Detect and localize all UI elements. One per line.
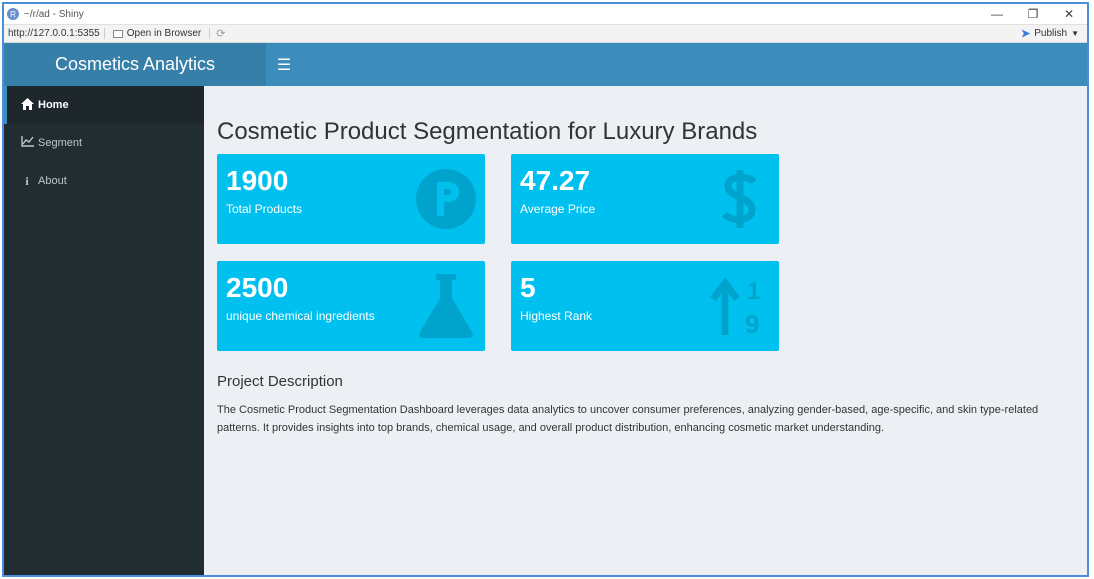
open-in-browser-label: Open in Browser [126,28,202,39]
chevron-down-icon: ▼ [1071,29,1079,38]
sidebar-item-home[interactable]: Home [4,86,204,124]
value-box-chemical-ingredients: 2500 unique chemical ingredients [217,261,485,351]
title-bar: R ~/r/ad - Shiny — ❐ ✕ [4,4,1087,24]
hamburger-icon[interactable]: ☰ [266,43,302,86]
value-box-grid: 1900 Total Products 47.27 Average Price … [217,154,1074,351]
parking-circle-icon [411,166,481,232]
home-icon [20,97,34,113]
sidebar-item-segment[interactable]: Segment [4,124,204,162]
info-icon: i [25,173,29,188]
browser-window-icon [112,29,123,38]
svg-text:9: 9 [745,309,759,337]
publish-label: Publish [1034,28,1068,39]
project-description-title: Project Description [217,373,343,390]
open-in-browser-button[interactable]: Open in Browser [105,28,211,39]
sidebar: Home Segment i About [4,86,204,575]
main-content: Cosmetic Product Segmentation for Luxury… [204,86,1087,575]
r-app-icon: R [7,8,19,20]
line-chart-icon [20,136,34,150]
minimize-icon[interactable]: — [979,7,1015,21]
publish-button[interactable]: ➤ Publish ▼ [1021,27,1087,40]
window-title: ~/r/ad - Shiny [24,8,84,20]
refresh-icon[interactable]: ⟳ [210,27,231,40]
sidebar-item-label: About [38,175,67,187]
address-bar: http://127.0.0.1:5355 Open in Browser ⟳ … [4,24,1087,43]
svg-text:1: 1 [747,278,760,305]
url-field[interactable]: http://127.0.0.1:5355 [4,28,105,39]
sidebar-item-label: Segment [38,137,83,149]
dashboard-header: Cosmetics Analytics ☰ [4,43,1087,86]
sidebar-item-about[interactable]: i About [4,162,204,200]
sort-numeric-up-icon: 19 [705,273,775,339]
project-description-text: The Cosmetic Product Segmentation Dashbo… [217,404,1039,434]
app-window: R ~/r/ad - Shiny — ❐ ✕ http://127.0.0.1:… [2,2,1089,577]
page-title: Cosmetic Product Segmentation for Luxury… [217,118,758,145]
value-box-average-price: 47.27 Average Price [511,154,779,244]
dollar-icon [705,166,775,232]
value-box-total-products: 1900 Total Products [217,154,485,244]
value-box-highest-rank: 5 Highest Rank 19 [511,261,779,351]
flask-icon [411,273,481,339]
close-icon[interactable]: ✕ [1051,7,1087,21]
sidebar-item-label: Home [38,99,69,111]
restore-icon[interactable]: ❐ [1015,7,1051,21]
app-logo-title[interactable]: Cosmetics Analytics [4,43,266,86]
publish-icon: ➤ [1021,28,1031,40]
